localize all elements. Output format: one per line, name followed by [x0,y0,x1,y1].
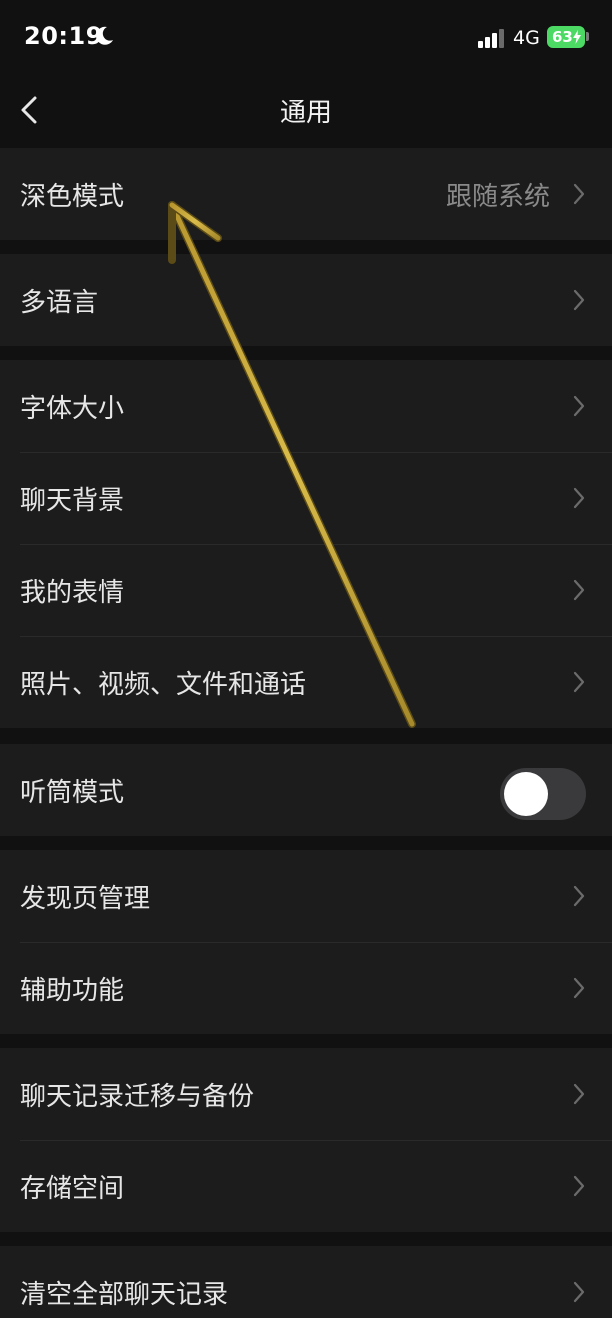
row-label: 聊天背景 [20,486,125,516]
row-language[interactable]: 多语言 [0,254,612,346]
settings-group-language: 多语言 [0,254,612,346]
row-clear-all-chats[interactable]: 清空全部聊天记录 [0,1246,612,1318]
row-chat-history-migration[interactable]: 聊天记录迁移与备份 [0,1048,612,1140]
chevron-right-icon [573,1281,585,1303]
row-accessibility[interactable]: 辅助功能 [0,942,612,1034]
chevron-right-icon [573,579,585,601]
row-label: 多语言 [20,288,99,318]
chevron-right-icon [573,1083,585,1105]
row-label: 清空全部聊天记录 [20,1280,229,1310]
row-font-size[interactable]: 字体大小 [0,360,612,452]
chevron-right-icon [573,289,585,311]
settings-group-clear: 清空全部聊天记录 [0,1246,612,1318]
chevron-right-icon [573,885,585,907]
chevron-right-icon [573,1175,585,1197]
row-label: 聊天记录迁移与备份 [20,1082,255,1112]
battery-icon: 63 [547,26,585,48]
battery-tip [586,32,589,41]
row-discover-management[interactable]: 发现页管理 [0,850,612,942]
row-label: 深色模式 [20,182,125,212]
row-label: 存储空间 [20,1174,125,1204]
moon-icon [96,26,113,45]
row-label: 我的表情 [20,578,125,608]
signal-icon [478,28,506,48]
row-label: 听筒模式 [20,778,125,808]
page-title: 通用 [279,98,332,128]
status-bar: 20:19 4G 63 [0,0,612,76]
chevron-right-icon [573,487,585,509]
settings-group-storage: 聊天记录迁移与备份 存储空间 [0,1048,612,1232]
nav-bar: 通用 [0,76,612,146]
row-label: 字体大小 [20,394,125,424]
chevron-right-icon [573,395,585,417]
row-storage-space[interactable]: 存储空间 [0,1140,612,1232]
chevron-right-icon [573,671,585,693]
status-time: 20:19 [24,22,103,50]
network-type: 4G [513,27,540,49]
settings-group-discover: 发现页管理 辅助功能 [0,850,612,1034]
row-value: 跟随系统 [445,182,550,212]
settings-group-display: 深色模式 跟随系统 [0,148,612,240]
row-chat-background[interactable]: 聊天背景 [0,452,612,544]
settings-group-earpiece: 听筒模式 [0,744,612,836]
chevron-right-icon [573,977,585,999]
row-earpiece-mode: 听筒模式 [0,744,612,836]
battery-level: 63 [552,28,573,46]
toggle-knob [504,772,548,816]
row-dark-mode[interactable]: 深色模式 跟随系统 [0,148,612,240]
row-label: 照片、视频、文件和通话 [20,670,307,700]
row-media-files-calls[interactable]: 照片、视频、文件和通话 [0,636,612,728]
row-my-stickers[interactable]: 我的表情 [0,544,612,636]
earpiece-mode-toggle[interactable] [500,768,586,820]
row-label: 辅助功能 [20,976,125,1006]
charging-bolt-icon [573,30,581,44]
row-label: 发现页管理 [20,884,151,914]
chevron-right-icon [573,183,585,205]
settings-group-chat: 字体大小 聊天背景 我的表情 照片、视频、文件和通话 [0,360,612,728]
